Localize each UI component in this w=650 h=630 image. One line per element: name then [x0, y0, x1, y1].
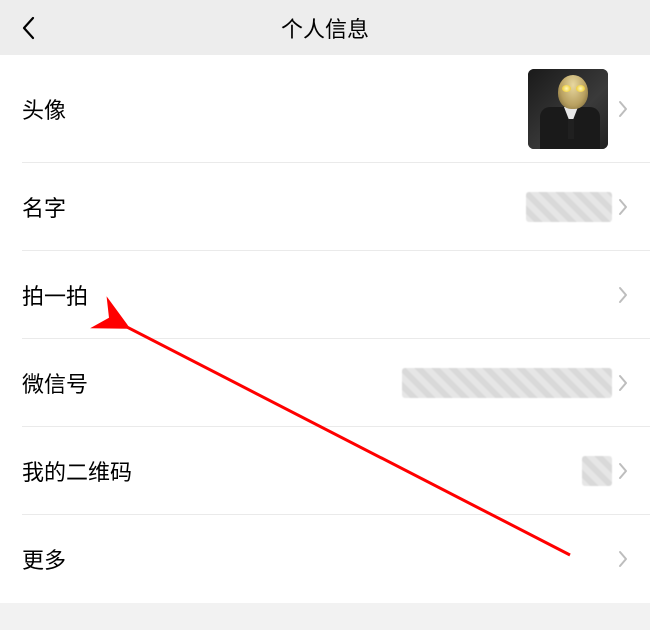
name-value-blurred	[526, 192, 612, 222]
avatar-image	[528, 69, 608, 149]
row-avatar-label: 头像	[22, 93, 66, 125]
row-avatar[interactable]: 头像	[0, 55, 650, 163]
section-gap	[0, 603, 650, 613]
qr-thumbnail-blurred	[582, 456, 612, 486]
chevron-right-icon	[618, 198, 628, 216]
row-name-label: 名字	[22, 191, 66, 223]
header-bar: 个人信息	[0, 0, 650, 55]
row-more-label: 更多	[22, 543, 66, 575]
settings-list: 头像 名字 拍一拍	[0, 55, 650, 603]
row-more[interactable]: 更多	[0, 515, 650, 603]
row-qr-code[interactable]: 我的二维码	[0, 427, 650, 515]
chevron-right-icon	[618, 550, 628, 568]
row-wechat-id[interactable]: 微信号	[0, 339, 650, 427]
chevron-right-icon	[618, 462, 628, 480]
chevron-left-icon	[21, 16, 35, 40]
personal-info-screen: 个人信息 头像 名字 拍一拍	[0, 0, 650, 630]
page-title: 个人信息	[0, 12, 650, 44]
wechat-id-value-blurred	[402, 368, 612, 398]
row-pat[interactable]: 拍一拍	[0, 251, 650, 339]
chevron-right-icon	[618, 286, 628, 304]
row-name[interactable]: 名字	[0, 163, 650, 251]
back-button[interactable]	[8, 0, 48, 55]
row-wechat-label: 微信号	[22, 367, 88, 399]
row-qr-label: 我的二维码	[22, 455, 132, 487]
chevron-right-icon	[618, 100, 628, 118]
row-pat-label: 拍一拍	[22, 279, 88, 311]
chevron-right-icon	[618, 374, 628, 392]
